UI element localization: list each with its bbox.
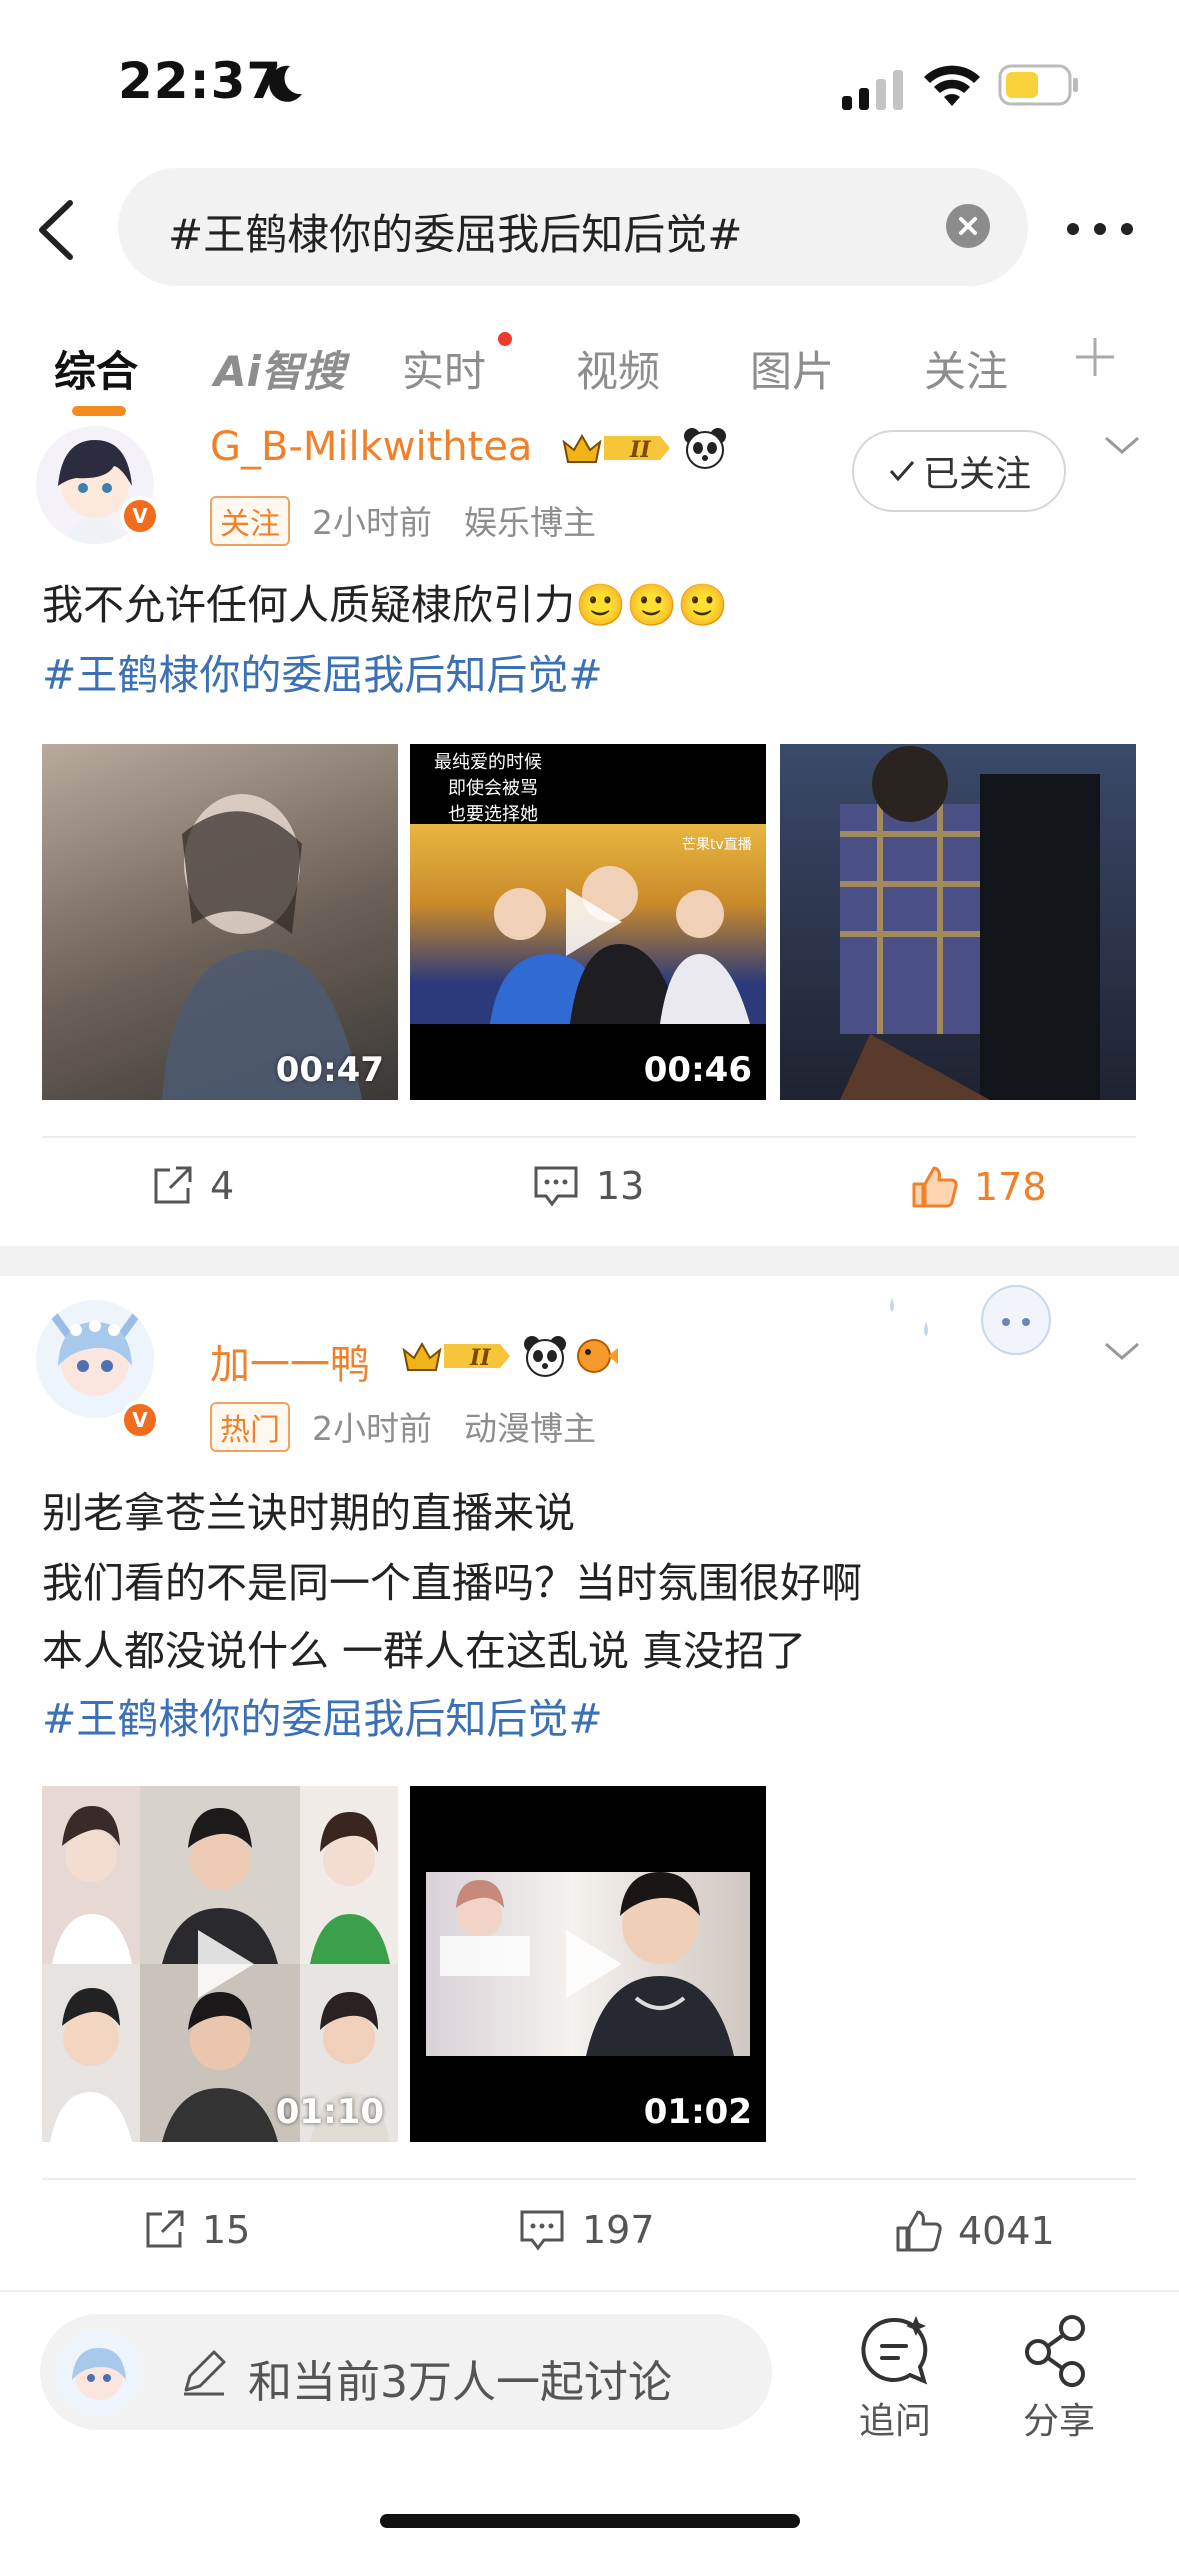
video-caption-line: 即使会被骂	[448, 778, 538, 799]
home-indicator	[380, 2514, 800, 2528]
share-button[interactable]: 4	[150, 1164, 234, 1208]
member-crown-icon: II	[402, 1341, 510, 1371]
verified-badge: V	[120, 1400, 160, 1440]
topic-hashtag-link[interactable]: #王鹤棣你的委屈我后知后觉#	[42, 640, 603, 710]
member-crown-icon: II	[562, 433, 670, 463]
discuss-placeholder[interactable]: 和当前3万人一起讨论	[248, 2346, 672, 2410]
check-icon	[889, 461, 915, 482]
video-thumbnail[interactable]: 最纯爱的时候 即使会被骂 也要选择她 芒果tv直播 00:46	[410, 744, 766, 1100]
post-category: 动漫博主	[464, 1409, 596, 1448]
svg-text:II: II	[469, 1345, 491, 1371]
chevron-down-icon[interactable]	[1102, 430, 1142, 460]
video-caption-line: 最纯爱的时候	[434, 752, 542, 773]
following-button[interactable]: 已关注	[852, 430, 1066, 512]
video-duration: 01:02	[643, 2092, 752, 2132]
video-thumbnail[interactable]: 01:02	[410, 1786, 766, 2142]
like-count: 4041	[958, 2209, 1055, 2253]
topic-hashtag-link[interactable]: #王鹤棣你的委屈我后知后觉#	[42, 1684, 603, 1754]
post-text-line: 别老拿苍兰诀时期的直播来说	[42, 1489, 575, 1537]
comment-icon	[534, 1166, 578, 1207]
post-text-line: 我不允许任何人质疑棣欣引力🙂🙂🙂	[42, 581, 729, 629]
video-duration: 01:10	[275, 2092, 384, 2132]
wifi-icon	[924, 65, 980, 106]
watermark-text: 芒果tv直播	[682, 837, 752, 853]
search-query[interactable]: #王鹤棣你的委屈我后知后觉#	[168, 201, 742, 262]
like-button[interactable]: 178	[910, 1164, 1047, 1210]
ask-label[interactable]: 追问	[850, 2392, 940, 2444]
status-badge: 关注	[210, 496, 290, 546]
repost-icon	[146, 2210, 184, 2248]
notification-dot	[498, 332, 512, 346]
comment-button[interactable]: 197	[518, 2208, 655, 2252]
ask-icon[interactable]	[856, 2312, 932, 2388]
back-arrow-icon[interactable]	[28, 195, 88, 265]
share-count: 4	[210, 1164, 235, 1208]
post-text-line: 我们看的不是同一个直播吗？当时氛围很好啊	[42, 1559, 862, 1607]
thumbs-up-icon	[896, 2210, 942, 2252]
comment-button[interactable]: 13	[532, 1164, 644, 1208]
tab-following[interactable]: 关注	[924, 338, 1008, 399]
username[interactable]: 加一一鸭	[210, 1332, 370, 1390]
share-label[interactable]: 分享	[1014, 2392, 1104, 2444]
pufferfish-icon	[577, 1339, 618, 1373]
following-label: 已关注	[922, 454, 1031, 495]
image-thumbnail[interactable]	[780, 744, 1136, 1100]
status-time: 22:37	[118, 52, 283, 110]
comment-count: 13	[596, 1164, 645, 1208]
tab-images[interactable]: 图片	[750, 338, 834, 399]
like-button[interactable]: 4041	[894, 2208, 1055, 2254]
verified-badge: V	[120, 496, 160, 536]
section-gap	[0, 1246, 1179, 1276]
post-category: 娱乐博主	[464, 503, 596, 542]
play-icon	[198, 1930, 254, 1998]
panda-icon	[684, 428, 726, 469]
share-button[interactable]: 15	[142, 2208, 250, 2252]
play-icon	[566, 888, 622, 956]
play-icon	[566, 1930, 622, 1998]
thumbs-up-icon	[912, 1166, 958, 1208]
like-count: 178	[974, 1165, 1047, 1209]
share-icon[interactable]	[1020, 2312, 1096, 2388]
tab-indicator	[72, 406, 126, 416]
panda-icon	[524, 1336, 566, 1377]
tab-video[interactable]: 视频	[576, 338, 660, 399]
divider	[42, 2178, 1136, 2180]
username[interactable]: G_B-Milkwithtea	[210, 424, 532, 470]
video-duration: 00:46	[643, 1050, 752, 1090]
pencil-icon	[184, 2350, 226, 2396]
video-duration: 00:47	[275, 1050, 384, 1090]
comment-icon	[520, 2210, 564, 2251]
decorative-sticker	[890, 1285, 1051, 1355]
post-time: 2小时前	[312, 503, 432, 542]
tab-comprehensive[interactable]: 综合	[54, 338, 138, 399]
clear-search-icon[interactable]	[946, 204, 990, 248]
battery-icon	[998, 64, 1078, 106]
post-text-line: 本人都没说什么 一群人在这乱说 真没招了	[42, 1627, 807, 1675]
moon-icon	[269, 65, 302, 102]
post-time: 2小时前	[312, 1409, 432, 1448]
my-avatar[interactable]	[56, 2330, 142, 2416]
add-tab-icon[interactable]	[1072, 334, 1118, 380]
tab-realtime[interactable]: 实时	[402, 338, 486, 399]
cellular-signal-icon	[842, 70, 903, 110]
share-count: 15	[202, 2208, 251, 2252]
divider	[42, 1136, 1136, 1138]
video-thumbnail[interactable]: 00:47	[42, 744, 398, 1100]
repost-icon	[154, 1166, 192, 1204]
tab-ai-search[interactable]: Ai智搜	[214, 338, 345, 399]
video-thumbnail[interactable]: 01:10	[42, 1786, 398, 2142]
more-options-icon[interactable]	[1066, 222, 1134, 236]
comment-count: 197	[582, 2208, 655, 2252]
status-badge: 热门	[210, 1402, 290, 1452]
chevron-down-icon[interactable]	[1102, 1336, 1142, 1366]
svg-text:II: II	[629, 437, 651, 463]
